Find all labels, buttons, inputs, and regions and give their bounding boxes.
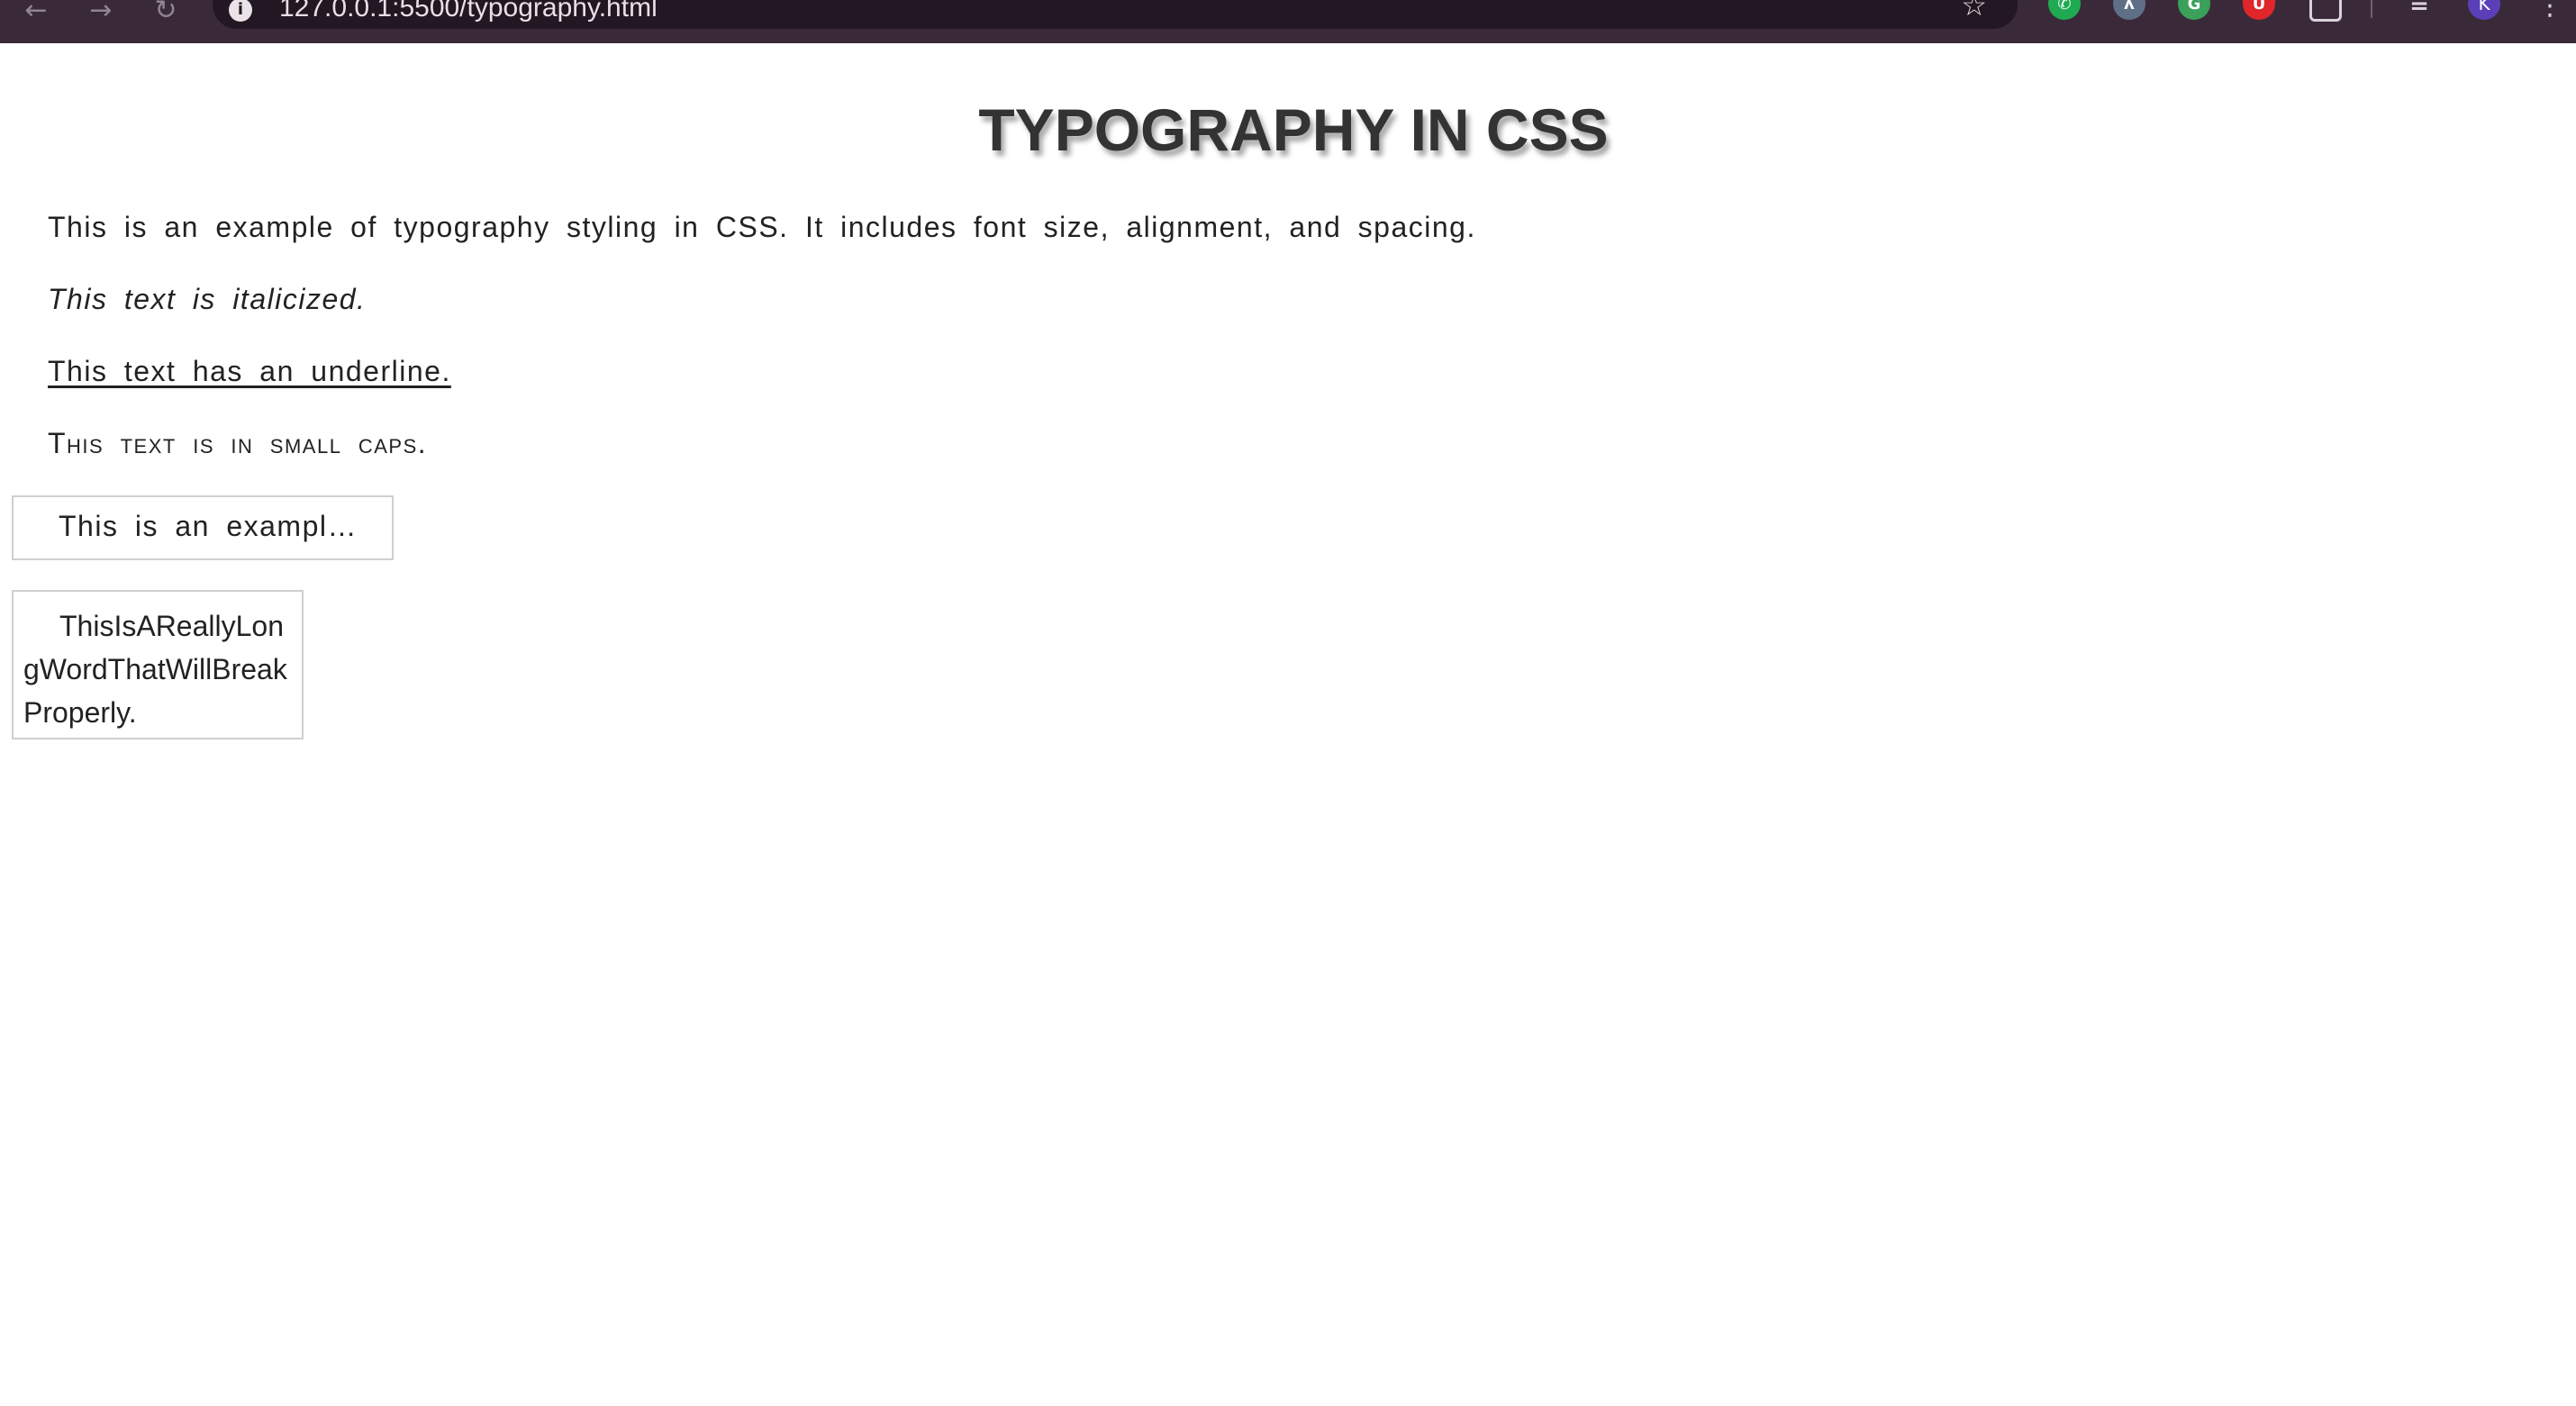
underline-paragraph: This text has an underline. xyxy=(48,355,451,387)
arrow-left-icon[interactable]: ← xyxy=(20,0,52,24)
toolbar-divider xyxy=(2371,0,2372,18)
intro-paragraph: This is an example of typography styling… xyxy=(48,211,1476,243)
browser-toolbar: ← → ↻ i 127.0.0.1:5500/typography.html ☆… xyxy=(0,0,2576,43)
page-title: Typography in CSS xyxy=(978,96,1609,163)
address-bar[interactable]: i 127.0.0.1:5500/typography.html ☆ xyxy=(213,0,2018,29)
site-info-icon[interactable]: i xyxy=(229,0,252,22)
arrow-right-icon[interactable]: → xyxy=(85,0,117,24)
small-caps-paragraph: This text is in small caps. xyxy=(48,427,428,459)
kebab-menu-icon[interactable]: ⋮ xyxy=(2536,0,2563,20)
media-icon[interactable]: ≡ xyxy=(2403,0,2435,20)
translate-icon[interactable]: ʎ xyxy=(2113,0,2145,20)
word-break-box: ThisIsAReallyLongWordThatWillBreakProper… xyxy=(12,590,304,739)
whatsapp-icon[interactable]: ✆ xyxy=(2048,0,2081,20)
url-text[interactable]: 127.0.0.1:5500/typography.html xyxy=(279,0,658,23)
ellipsis-box: This is an example of text that will be … xyxy=(12,495,394,560)
shield-icon[interactable]: U xyxy=(2243,0,2275,20)
puzzle-icon[interactable] xyxy=(2309,0,2342,22)
italic-paragraph: This text is italicized. xyxy=(48,283,367,315)
grammar-icon[interactable]: G xyxy=(2178,0,2210,20)
avatar[interactable]: K xyxy=(2468,0,2500,20)
bookmark-star-icon[interactable]: ☆ xyxy=(1961,0,1987,20)
page-content: Typography in CSS This is an example of … xyxy=(0,43,2576,1406)
reload-icon[interactable]: ↻ xyxy=(150,0,182,24)
